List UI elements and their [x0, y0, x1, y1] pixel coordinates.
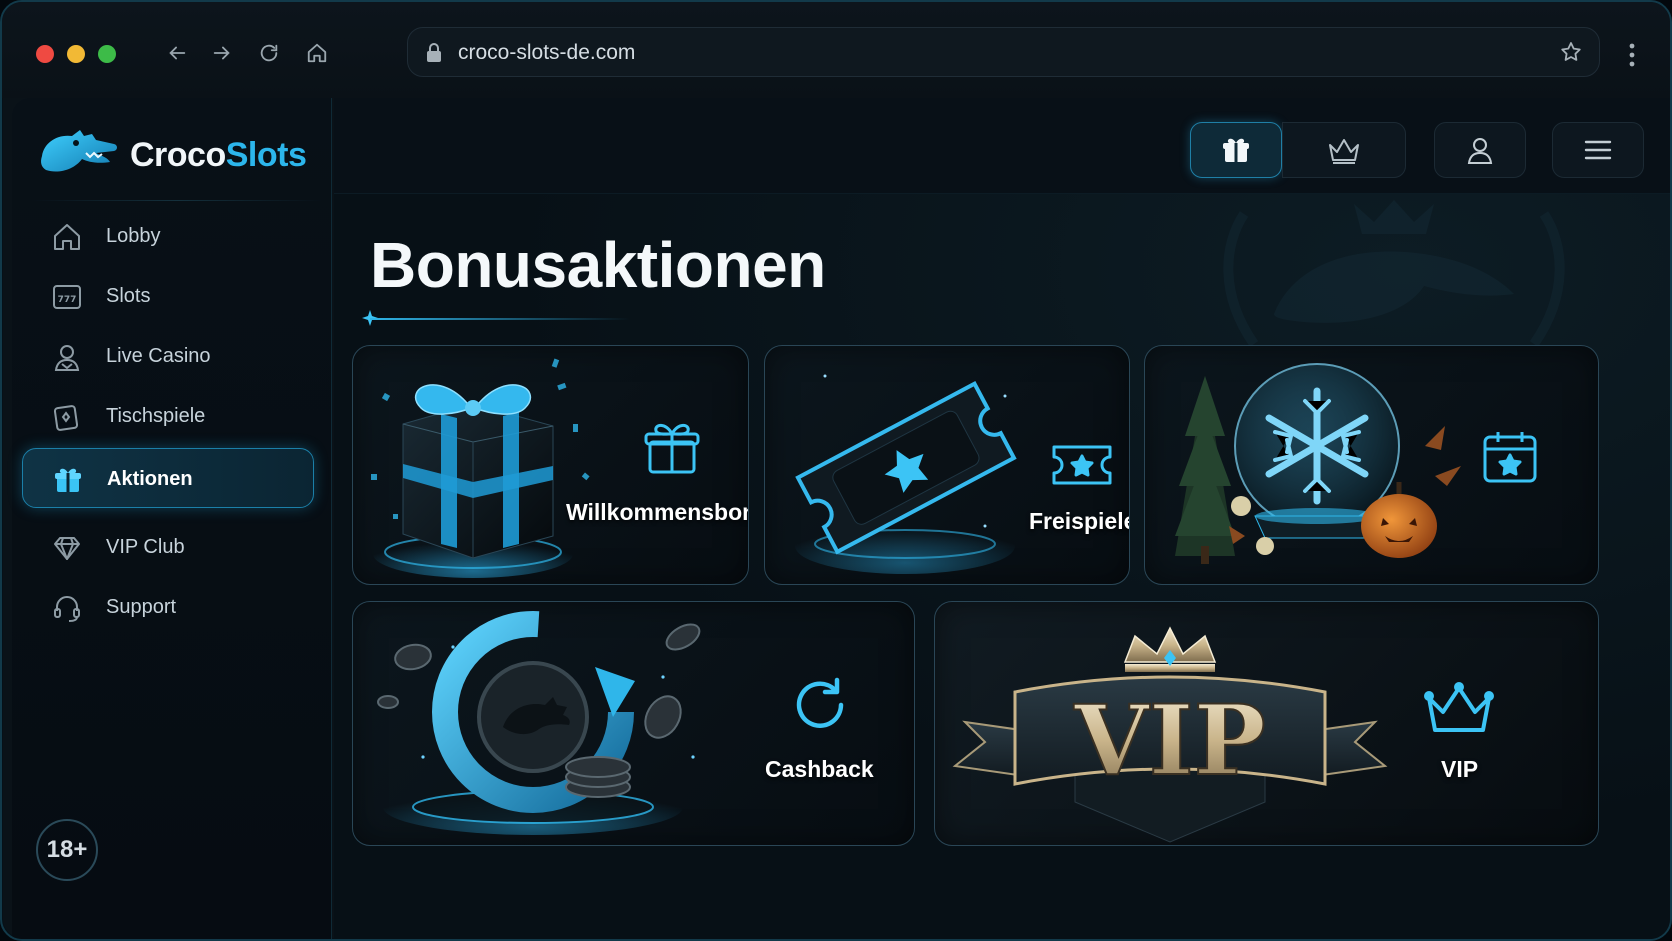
vip-banner-text: VIP [1073, 684, 1266, 797]
promo-card-cashback[interactable]: Cashback [352, 601, 915, 846]
bookmark-star-icon[interactable] [1559, 40, 1583, 64]
sidebar-item-label: Live Casino [106, 345, 211, 367]
browser-menu-icon[interactable] [1622, 40, 1642, 70]
slot-machine-icon: 777 [53, 285, 81, 309]
gift-icon [1223, 138, 1249, 162]
sidebar-item-label: Lobby [106, 225, 161, 247]
crown-icon [1424, 682, 1494, 732]
lock-icon [427, 43, 441, 62]
ticket-star-icon [1052, 445, 1112, 485]
arrow-right-icon [213, 46, 230, 60]
snow-globe-illustration [1175, 363, 1461, 564]
promo-card-title: Freispiele [1029, 508, 1130, 534]
ticket-illustration [795, 374, 1017, 574]
reload-icon [260, 44, 278, 62]
url-text: croco-slots-de.com [458, 41, 636, 64]
maximize-window-button[interactable] [98, 45, 116, 63]
promotions-button[interactable] [1190, 122, 1282, 178]
vip-button[interactable] [1282, 122, 1406, 178]
address-bar[interactable]: croco-slots-de.com [407, 27, 1600, 77]
arrow-left-icon [169, 46, 186, 60]
browser-window: croco-slots-de.com CrocoSlots Lobby 777 … [0, 0, 1672, 941]
sidebar-item-label: Tischspiele [106, 405, 206, 427]
browser-chrome: croco-slots-de.com [2, 2, 1670, 98]
user-icon [1467, 138, 1493, 164]
promo-card-welcome-bonus[interactable]: Willkommensbonus [352, 345, 749, 585]
account-button[interactable] [1434, 122, 1526, 178]
sidebar-divider [32, 200, 322, 201]
diamond-icon [54, 537, 80, 560]
sidebar-item-live-casino[interactable]: Live Casino [22, 326, 314, 386]
sidebar-item-aktionen[interactable]: Aktionen [22, 448, 314, 508]
age-restriction-badge: 18+ [36, 819, 98, 881]
sidebar: CrocoSlots Lobby 777 Slots Live Casino T… [12, 98, 332, 939]
promo-card-seasonal[interactable] [1144, 345, 1599, 585]
home-button[interactable] [302, 38, 332, 68]
top-bar [334, 98, 1670, 194]
playing-card-icon [53, 405, 79, 431]
crown-icon [1329, 139, 1359, 164]
sidebar-item-vip-club[interactable]: VIP Club [22, 517, 314, 577]
sidebar-item-label: Support [106, 596, 177, 618]
brand-logo[interactable]: CrocoSlots [38, 126, 307, 180]
gift-box-illustration [371, 358, 590, 578]
brand-name: CrocoSlots [130, 136, 307, 174]
promo-card-free-spins[interactable]: Freispiele [764, 345, 1130, 585]
title-underline [370, 318, 630, 320]
close-window-button[interactable] [36, 45, 54, 63]
back-button[interactable] [162, 38, 192, 68]
sidebar-item-slots[interactable]: 777 Slots [22, 266, 314, 326]
home-icon [307, 43, 327, 63]
dealer-icon [54, 345, 80, 371]
calendar-star-icon [1483, 432, 1537, 483]
page-title: Bonusaktionen [370, 229, 826, 301]
promo-card-title: VIP [1441, 756, 1479, 782]
home-icon [54, 224, 80, 250]
vip-banner-illustration: VIP [952, 626, 1388, 843]
main-content: Bonusaktionen Willkommensbo Freispiele C… [334, 194, 1670, 939]
sidebar-item-label: Aktionen [107, 468, 193, 490]
reload-button[interactable] [254, 38, 284, 68]
sidebar-item-table-games[interactable]: Tischspiele [22, 386, 314, 446]
promo-card-vip[interactable]: VIP VIP [934, 601, 1599, 846]
crocodile-logo-icon [41, 130, 117, 172]
minimize-window-button[interactable] [67, 45, 85, 63]
gift-icon [644, 423, 700, 474]
gift-icon [55, 468, 81, 492]
svg-text:777: 777 [58, 295, 77, 305]
forward-button[interactable] [207, 38, 237, 68]
sidebar-item-lobby[interactable]: Lobby [22, 206, 314, 266]
sidebar-item-support[interactable]: Support [22, 577, 314, 637]
sidebar-item-label: Slots [106, 285, 151, 307]
main-menu-button[interactable] [1552, 122, 1644, 178]
hamburger-menu-icon [1584, 140, 1612, 160]
headset-icon [54, 596, 80, 622]
promo-card-title: Cashback [765, 756, 874, 782]
refresh-icon [796, 677, 844, 728]
cashback-coin-illustration [377, 611, 701, 835]
promo-card-title: Willkommensbonus [566, 499, 748, 525]
sidebar-item-label: VIP Club [106, 536, 185, 558]
